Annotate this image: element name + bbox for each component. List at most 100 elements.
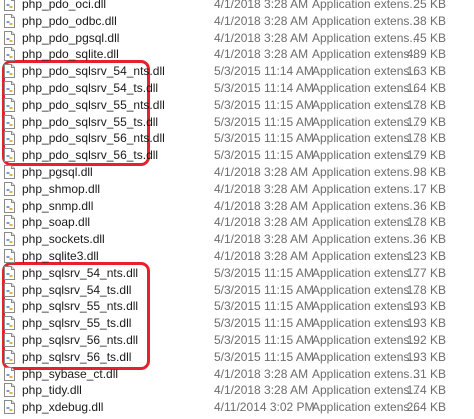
- file-name: php_sqlite3.dll: [22, 249, 99, 263]
- file-row[interactable]: php_pdo_sqlsrv_55_ts.dll 5/3/2015 11:15 …: [0, 114, 474, 131]
- file-row[interactable]: php_tidy.dll 4/1/2018 3:28 AM Applicatio…: [0, 382, 474, 399]
- file-size: 193 KB: [406, 299, 446, 314]
- dll-file-icon: [4, 400, 15, 415]
- file-date-modified: 4/1/2018 3:28 AM: [214, 30, 309, 45]
- file-date-modified: 5/3/2015 11:15 AM: [214, 97, 314, 112]
- file-date-modified: 4/1/2018 3:28 AM: [214, 0, 309, 11]
- file-size: 36 KB: [413, 198, 446, 213]
- dll-file-icon: [4, 333, 15, 347]
- file-size: 179 KB: [406, 114, 446, 129]
- file-size: 163 KB: [406, 64, 446, 79]
- dll-file-icon: [4, 249, 15, 263]
- file-date-modified: 4/11/2014 3:02 PM: [214, 400, 315, 415]
- file-row[interactable]: php_pdo_sqlsrv_56_ts.dll 5/3/2015 11:15 …: [0, 147, 474, 164]
- file-size: 178 KB: [406, 282, 446, 297]
- file-size: 193 KB: [406, 349, 446, 364]
- file-type: Application extens...: [312, 349, 420, 364]
- dll-file-icon: [4, 131, 15, 146]
- file-row[interactable]: php_sybase_ct.dll 4/1/2018 3:28 AM Appli…: [0, 366, 474, 383]
- dll-file-icon: [4, 81, 15, 95]
- file-type: Application extens...: [312, 47, 420, 62]
- file-type: Application extens...: [312, 30, 420, 45]
- file-date-modified: 5/3/2015 11:15 AM: [214, 282, 314, 297]
- file-row[interactable]: php_xdebug.dll 4/11/2014 3:02 PM Applica…: [0, 399, 474, 416]
- file-type: Application extens...: [312, 282, 420, 297]
- file-size: 174 KB: [406, 383, 446, 398]
- file-date-modified: 4/1/2018 3:28 AM: [214, 165, 309, 179]
- file-name: php_pdo_sqlsrv_54_ts.dll: [22, 81, 159, 95]
- file-type: Application extens...: [312, 0, 420, 11]
- file-name: php_pdo_sqlsrv_55_nts.dll: [22, 97, 165, 112]
- file-name: php_pdo_oci.dll: [22, 0, 107, 11]
- file-date-modified: 5/3/2015 11:15 AM: [214, 349, 314, 364]
- file-row[interactable]: php_soap.dll 4/1/2018 3:28 AM Applicatio…: [0, 214, 474, 231]
- file-name: php_sqlsrv_56_ts.dll: [22, 349, 132, 364]
- file-size: 177 KB: [406, 265, 446, 280]
- file-date-modified: 5/3/2015 11:15 AM: [214, 299, 314, 314]
- file-date-modified: 5/3/2015 11:14 AM: [214, 64, 314, 79]
- file-row[interactable]: php_sqlsrv_54_nts.dll 5/3/2015 11:15 AM …: [0, 265, 474, 282]
- file-list: php_pdo_oci.dll 4/1/2018 3:28 AM Applica…: [0, 0, 474, 415]
- dll-file-icon: [4, 30, 15, 45]
- file-name: php_pdo_sqlsrv_56_nts.dll: [22, 131, 165, 146]
- file-row[interactable]: php_sockets.dll 4/1/2018 3:28 AM Applica…: [0, 231, 474, 248]
- file-size: 192 KB: [406, 333, 446, 347]
- dll-file-icon: [4, 148, 15, 163]
- dll-file-icon: [4, 13, 15, 28]
- file-row[interactable]: php_pgsql.dll 4/1/2018 3:28 AM Applicati…: [0, 164, 474, 181]
- file-size: 264 KB: [406, 400, 446, 415]
- dll-file-icon: [4, 282, 15, 297]
- file-name: php_sybase_ct.dll: [22, 366, 119, 381]
- file-type: Application extens...: [312, 198, 420, 213]
- file-size: 178 KB: [406, 97, 446, 112]
- file-row[interactable]: php_sqlsrv_55_ts.dll 5/3/2015 11:15 AM A…: [0, 315, 474, 332]
- file-row[interactable]: php_pdo_pgsql.dll 4/1/2018 3:28 AM Appli…: [0, 30, 474, 47]
- file-date-modified: 4/1/2018 3:28 AM: [214, 249, 309, 263]
- file-name: php_sqlsrv_55_ts.dll: [22, 316, 132, 331]
- dll-file-icon: [4, 64, 15, 79]
- dll-file-icon: [4, 232, 15, 247]
- file-row[interactable]: php_pdo_sqlsrv_55_nts.dll 5/3/2015 11:15…: [0, 97, 474, 114]
- file-name: php_xdebug.dll: [22, 400, 104, 415]
- file-name: php_sqlsrv_54_ts.dll: [22, 282, 132, 297]
- file-row[interactable]: php_sqlsrv_56_ts.dll 5/3/2015 11:15 AM A…: [0, 349, 474, 366]
- dll-file-icon: [4, 366, 15, 381]
- file-row[interactable]: php_pdo_sqlite.dll 4/1/2018 3:28 AM Appl…: [0, 46, 474, 63]
- dll-file-icon: [4, 349, 15, 364]
- file-name: php_pdo_pgsql.dll: [22, 30, 120, 45]
- file-date-modified: 5/3/2015 11:15 AM: [214, 148, 314, 163]
- file-row[interactable]: php_pdo_odbc.dll 4/1/2018 3:28 AM Applic…: [0, 13, 474, 30]
- dll-file-icon: [4, 97, 15, 112]
- file-name: php_shmop.dll: [22, 181, 101, 196]
- file-size: 179 KB: [406, 148, 446, 163]
- file-name: php_sqlsrv_56_nts.dll: [22, 333, 139, 347]
- dll-file-icon: [4, 265, 15, 280]
- file-row[interactable]: php_pdo_sqlsrv_54_nts.dll 5/3/2015 11:14…: [0, 63, 474, 80]
- file-type: Application extens...: [312, 215, 420, 230]
- file-date-modified: 4/1/2018 3:28 AM: [214, 366, 309, 381]
- file-row[interactable]: php_sqlsrv_56_nts.dll 5/3/2015 11:15 AM …: [0, 332, 474, 349]
- file-size: 98 KB: [413, 165, 446, 179]
- file-date-modified: 4/1/2018 3:28 AM: [214, 198, 309, 213]
- file-row[interactable]: php_snmp.dll 4/1/2018 3:28 AM Applicatio…: [0, 198, 474, 215]
- file-type: Application extens...: [312, 131, 420, 146]
- file-date-modified: 5/3/2015 11:14 AM: [214, 81, 314, 95]
- file-name: php_soap.dll: [22, 215, 91, 230]
- file-row[interactable]: php_sqlsrv_55_nts.dll 5/3/2015 11:15 AM …: [0, 298, 474, 315]
- dll-file-icon: [4, 383, 15, 398]
- dll-file-icon: [4, 47, 15, 62]
- file-name: php_snmp.dll: [22, 198, 94, 213]
- dll-file-icon: [4, 316, 15, 331]
- file-row[interactable]: php_pdo_sqlsrv_54_ts.dll 5/3/2015 11:14 …: [0, 80, 474, 97]
- file-row[interactable]: php_sqlite3.dll 4/1/2018 3:28 AM Applica…: [0, 248, 474, 265]
- file-type: Application extens...: [312, 299, 420, 314]
- file-row[interactable]: php_pdo_sqlsrv_56_nts.dll 5/3/2015 11:15…: [0, 130, 474, 147]
- file-name: php_pdo_odbc.dll: [22, 13, 117, 28]
- dll-file-icon: [4, 0, 15, 11]
- file-row[interactable]: php_shmop.dll 4/1/2018 3:28 AM Applicati…: [0, 181, 474, 198]
- file-row[interactable]: php_sqlsrv_54_ts.dll 5/3/2015 11:15 AM A…: [0, 282, 474, 299]
- file-name: php_pdo_sqlsrv_54_nts.dll: [22, 64, 165, 79]
- file-row[interactable]: php_pdo_oci.dll 4/1/2018 3:28 AM Applica…: [0, 0, 474, 13]
- file-type: Application extens...: [312, 97, 420, 112]
- file-date-modified: 4/1/2018 3:28 AM: [214, 13, 309, 28]
